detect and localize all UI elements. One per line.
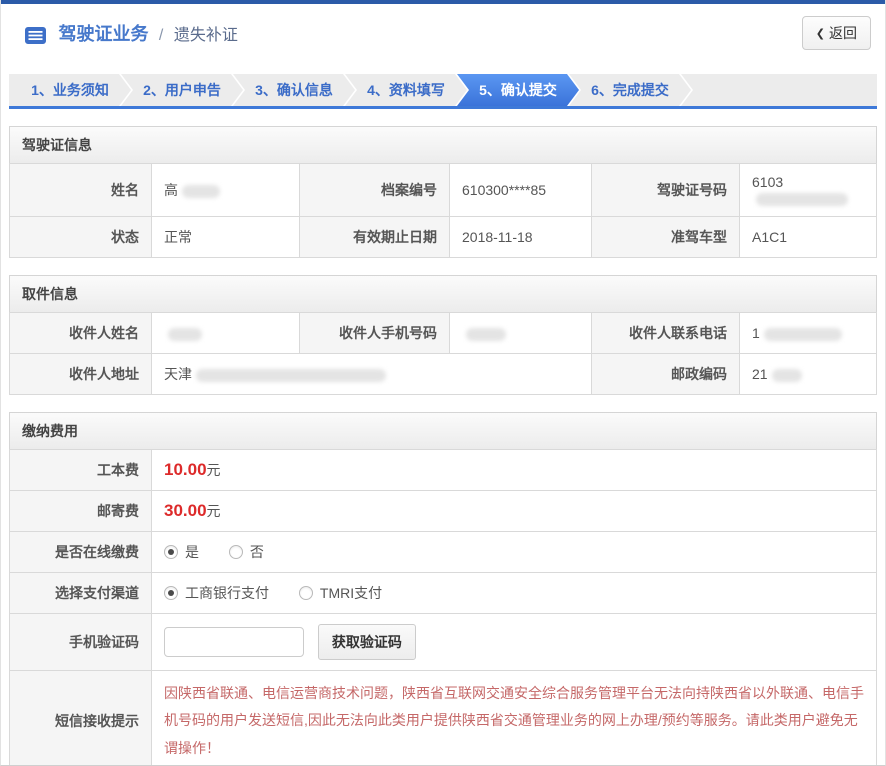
section-title-license: 驾驶证信息 [9,126,877,163]
radio-unchecked-icon [299,586,313,600]
step-3-confirm-info: 3、确认信息 [233,74,355,106]
postage-fee-value: 30.00元 [152,491,877,532]
table-row: 收件人姓名 收件人手机号码 收件人联系电话 1 [10,313,877,354]
section-title-payment: 缴纳费用 [9,412,877,449]
status-label: 状态 [10,217,152,258]
file-number-label: 档案编号 [300,164,450,217]
postal-code-label: 邮政编码 [592,354,740,395]
page: 驾驶证业务 / 遗失补证 ❮ 返回 1、业务须知 2、用户申告 3、确认信息 4、… [0,0,886,766]
radio-checked-icon [164,586,178,600]
radio-label: TMRI支付 [320,583,382,603]
postage-fee-label: 邮寄费 [10,491,152,532]
sms-code-cell: 获取验证码 [152,614,877,671]
get-code-button[interactable]: 获取验证码 [318,624,416,660]
sms-note-text: 因陕西省联通、电信运营商技术问题，陕西省互联网交通安全综合服务管理平台无法向持陕… [152,671,877,766]
step-1-notice: 1、业务须知 [9,74,131,106]
online-pay-label: 是否在线缴费 [10,532,152,573]
page-subtitle: 遗失补证 [174,27,238,44]
recipient-name-label: 收件人姓名 [10,313,152,354]
file-number-value: 610300****85 [450,164,592,217]
recipient-mobile-value [450,313,592,354]
table-row: 短信接收提示 因陕西省联通、电信运营商技术问题，陕西省互联网交通安全综合服务管理… [10,671,877,766]
pay-channel-label: 选择支付渠道 [10,573,152,614]
radio-channel-icbc[interactable]: 工商银行支付 [164,583,269,603]
redacted-blur [196,369,386,382]
online-pay-options: 是 否 [152,532,877,573]
table-row: 状态 正常 有效期止日期 2018-11-18 准驾车型 A1C1 [10,217,877,258]
table-row: 姓名 高 档案编号 610300****85 驾驶证号码 6103 [10,164,877,217]
table-row: 选择支付渠道 工商银行支付 TMRI支付 [10,573,877,614]
step-5-confirm-submit: 5、确认提交 [457,74,579,106]
step-bar-filler [681,74,877,106]
vehicle-class-label: 准驾车型 [592,217,740,258]
table-row: 邮寄费 30.00元 [10,491,877,532]
back-button[interactable]: ❮ 返回 [802,16,871,50]
title-separator: / [159,27,163,44]
radio-checked-icon [164,545,178,559]
page-title: 驾驶证业务 [58,24,148,44]
back-button-label: 返回 [829,25,857,41]
postage-fee-amount: 30.00 [164,501,207,520]
step-wizard: 1、业务须知 2、用户申告 3、确认信息 4、资料填写 5、确认提交 6、完成提… [9,74,877,109]
redacted-blur [466,328,506,341]
expiry-value: 2018-11-18 [450,217,592,258]
status-value: 正常 [152,217,300,258]
pay-channel-options: 工商银行支付 TMRI支付 [152,573,877,614]
vehicle-class-value: A1C1 [740,217,877,258]
recipient-phone-value: 1 [740,313,877,354]
redacted-blur [772,369,802,382]
main-content: 驾驶证信息 姓名 高 档案编号 610300****85 驾驶证号码 6103 … [1,109,885,766]
radio-label: 是 [185,542,199,562]
step-6-finish-submit: 6、完成提交 [569,74,691,106]
postal-code-value: 21 [740,354,877,395]
step-2-declaration: 2、用户申告 [121,74,243,106]
license-number-value: 6103 [740,164,877,217]
radio-label: 否 [250,542,264,562]
chevron-left-icon: ❮ [816,28,825,40]
radio-online-yes[interactable]: 是 [164,542,199,562]
redacted-blur [182,185,220,198]
work-fee-amount: 10.00 [164,460,207,479]
recipient-name-value [152,313,300,354]
recipient-mobile-label: 收件人手机号码 [300,313,450,354]
recipient-phone-label: 收件人联系电话 [592,313,740,354]
name-label: 姓名 [10,164,152,217]
table-row: 是否在线缴费 是 否 [10,532,877,573]
radio-channel-tmri[interactable]: TMRI支付 [299,583,382,603]
redacted-blur [168,328,202,341]
expiry-label: 有效期止日期 [300,217,450,258]
table-row: 手机验证码 获取验证码 [10,614,877,671]
table-row: 收件人地址 天津 邮政编码 21 [10,354,877,395]
step-4-fill-data: 4、资料填写 [345,74,467,106]
page-header: 驾驶证业务 / 遗失补证 ❮ 返回 [1,4,885,60]
section-title-pickup: 取件信息 [9,275,877,312]
radio-unchecked-icon [229,545,243,559]
redacted-blur [756,193,848,206]
redacted-blur [764,328,842,341]
radio-label: 工商银行支付 [185,583,269,603]
payment-table: 工本费 10.00元 邮寄费 30.00元 是否在线缴费 是 否 选择支付渠道 … [9,449,877,766]
form-list-icon [25,27,46,49]
sms-note-label: 短信接收提示 [10,671,152,766]
radio-online-no[interactable]: 否 [229,542,264,562]
postage-fee-unit: 元 [207,503,221,519]
sms-code-label: 手机验证码 [10,614,152,671]
recipient-address-label: 收件人地址 [10,354,152,395]
name-value: 高 [152,164,300,217]
license-number-label: 驾驶证号码 [592,164,740,217]
work-fee-unit: 元 [207,462,221,478]
work-fee-label: 工本费 [10,450,152,491]
recipient-address-value: 天津 [152,354,592,395]
sms-code-input[interactable] [164,627,304,657]
work-fee-value: 10.00元 [152,450,877,491]
pickup-info-table: 收件人姓名 收件人手机号码 收件人联系电话 1 收件人地址 天津 邮政编码 21 [9,312,877,395]
table-row: 工本费 10.00元 [10,450,877,491]
license-info-table: 姓名 高 档案编号 610300****85 驾驶证号码 6103 状态 正常 … [9,163,877,258]
